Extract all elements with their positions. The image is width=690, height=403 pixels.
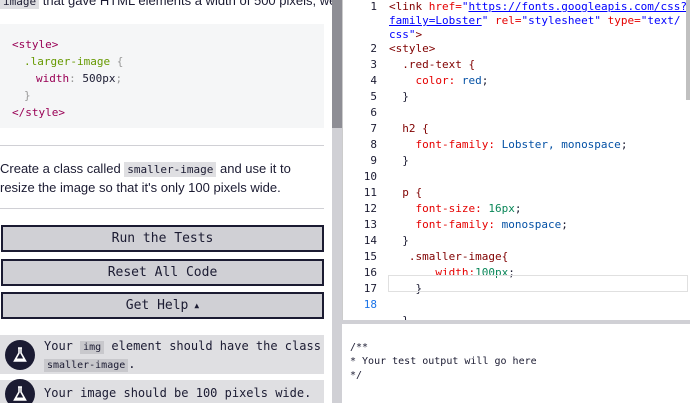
line-number: 9 bbox=[370, 154, 377, 167]
line-number: 15 bbox=[363, 250, 377, 263]
code-line-13[interactable]: font-family: monospace; bbox=[389, 218, 567, 231]
get-help-button[interactable]: Get Help ▲ bbox=[1, 292, 324, 319]
task-inline-code: smaller-image bbox=[124, 162, 217, 177]
line-number: 17 bbox=[363, 282, 377, 295]
line-number: 11 bbox=[363, 186, 377, 199]
line-number: 2 bbox=[370, 42, 377, 55]
code-line-2[interactable]: <style> bbox=[389, 42, 435, 55]
get-help-label: Get Help bbox=[125, 298, 189, 313]
code-line-7[interactable]: h2 { bbox=[389, 122, 429, 135]
line-number: 8 bbox=[370, 138, 377, 151]
caret-up-icon: ▲ bbox=[194, 301, 200, 310]
code-property-line: width: 500px; bbox=[36, 72, 123, 85]
output-line: /** bbox=[350, 342, 369, 353]
line-number-gutter: 1 2 3 4 5 6 7 8 9 10 11 12 13 14 15 16 1… bbox=[343, 0, 381, 322]
test-flask-icon bbox=[5, 340, 35, 370]
code-line-12[interactable]: font-size: 16px; bbox=[389, 202, 521, 215]
code-line-4[interactable]: color: red; bbox=[389, 74, 488, 87]
test-item: Your image should be 100 pixels wide. bbox=[0, 379, 324, 403]
test-output-pane: /** * Your test output will go here */ bbox=[342, 324, 690, 403]
line-number: 3 bbox=[370, 58, 377, 71]
code-line-5[interactable]: } bbox=[389, 90, 409, 103]
line-number: 10 bbox=[363, 170, 377, 183]
test-text: Your img element should have the class s… bbox=[44, 339, 321, 372]
code-line-1-wrap[interactable]: css"> bbox=[389, 28, 422, 41]
intro-inline-code: image bbox=[0, 0, 40, 9]
intro-sentence: that gave HTML elements a width of 500 p… bbox=[42, 0, 332, 8]
code-line-14[interactable]: } bbox=[389, 234, 409, 247]
code-line-1[interactable]: <link href="https://fonts.googleapis.com… bbox=[389, 0, 687, 13]
instructions-pane: image that gave HTML elements a width of… bbox=[0, 0, 332, 403]
divider bbox=[0, 208, 324, 209]
active-line-highlight bbox=[388, 275, 688, 292]
run-tests-button[interactable]: Run the Tests bbox=[1, 225, 324, 252]
code-close-brace: } bbox=[24, 89, 31, 102]
line-number: 5 bbox=[370, 90, 377, 103]
task-description: Create a class called smaller-image and … bbox=[0, 161, 291, 195]
code-close-tag: </style> bbox=[12, 106, 65, 119]
code-line-9[interactable]: } bbox=[389, 154, 409, 167]
intro-text: image that gave HTML elements a width of… bbox=[0, 0, 332, 9]
line-number: 4 bbox=[370, 74, 377, 87]
test-text: Your image should be 100 pixels wide. bbox=[44, 386, 312, 400]
line-number: 7 bbox=[370, 122, 377, 135]
code-selector-line: .larger-image { bbox=[24, 55, 124, 68]
line-number: 14 bbox=[363, 234, 377, 247]
line-number: 12 bbox=[363, 202, 377, 215]
code-line-8[interactable]: font-family: Lobster, monospace; bbox=[389, 138, 627, 151]
code-editor[interactable]: 1 2 3 4 5 6 7 8 9 10 11 12 13 14 15 16 1… bbox=[342, 0, 690, 322]
pane-scrollbar[interactable] bbox=[332, 0, 342, 403]
line-number: 16 bbox=[363, 266, 377, 279]
scrollbar-thumb[interactable] bbox=[332, 0, 342, 128]
line-number: 1 bbox=[370, 0, 377, 13]
code-line-11[interactable]: p { bbox=[389, 186, 422, 199]
test-item: Your img element should have the class s… bbox=[0, 335, 324, 374]
line-number: 6 bbox=[370, 106, 377, 119]
code-line-3[interactable]: .red-text { bbox=[389, 58, 475, 71]
code-line-1-wrap[interactable]: family=Lobster" rel="stylesheet" type="t… bbox=[389, 14, 680, 27]
line-number: 13 bbox=[363, 218, 377, 231]
test-flask-icon bbox=[5, 379, 35, 403]
code-line-15[interactable]: .smaller-image{ bbox=[389, 250, 508, 263]
reset-code-button[interactable]: Reset All Code bbox=[1, 259, 324, 286]
divider bbox=[0, 145, 324, 146]
line-number-active: 18 bbox=[363, 298, 377, 311]
editor-scrollbar[interactable] bbox=[686, 0, 690, 100]
output-line: */ bbox=[350, 370, 363, 381]
code-open-tag: <style> bbox=[12, 38, 59, 51]
output-line: * Your test output will go here bbox=[350, 356, 537, 367]
example-code-block: <style> .larger-image { width: 500px; } … bbox=[0, 24, 324, 128]
